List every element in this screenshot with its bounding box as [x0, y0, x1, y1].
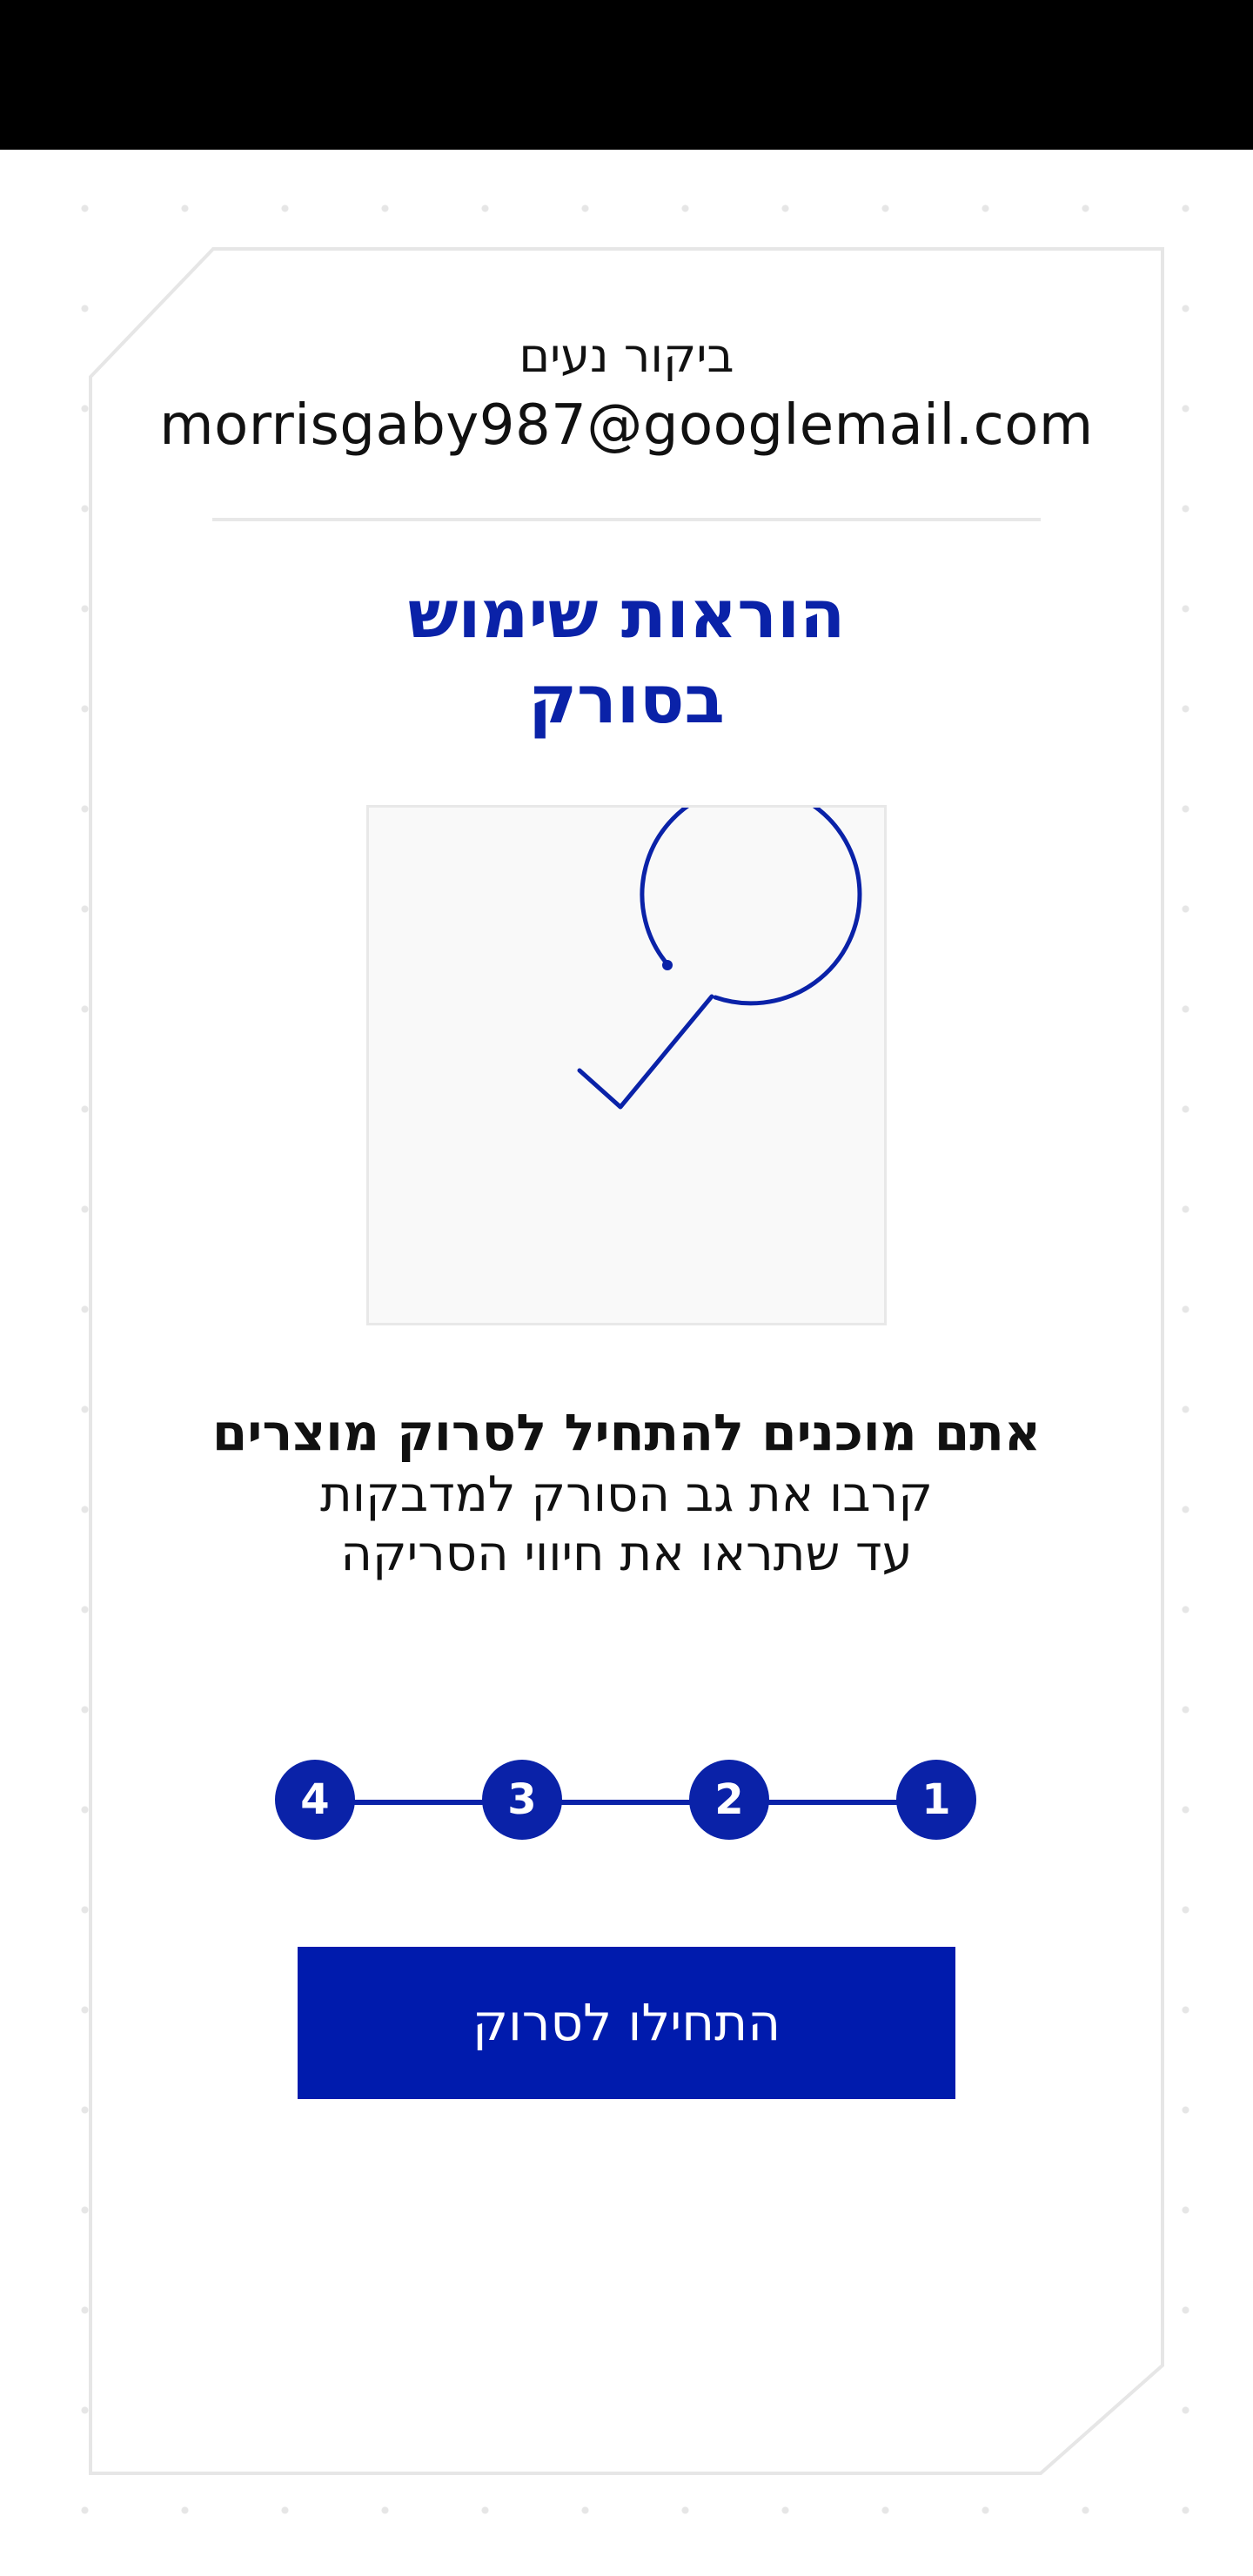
step-4: 4 [275, 1760, 355, 1840]
start-scan-button[interactable]: התחילו לסרוק [298, 1947, 955, 2099]
step-1: 1 [896, 1760, 976, 1840]
progress-stepper: 4 3 2 1 [275, 1760, 997, 1847]
instructions-card: ביקור נעים morrisgaby987@googlemail.com … [90, 245, 1163, 2473]
stepper-line [318, 1800, 945, 1805]
page-title-line1: הוראות שימוש [407, 575, 846, 653]
step-3: 3 [482, 1760, 562, 1840]
page-title-line2: בסורק [528, 661, 725, 738]
user-email: morrisgaby987@googlemail.com [159, 393, 1094, 458]
user-greeting: ביקור נעים [519, 328, 734, 383]
step-2: 2 [689, 1760, 769, 1840]
check-circle-icon [577, 808, 862, 1110]
scan-illustration [366, 805, 887, 1325]
divider [212, 518, 1041, 521]
instructions-heading: אתם מוכנים להתחיל לסרוק מוצרים [211, 1403, 1042, 1462]
instructions-body: קרבו את גב הסורק למדבקות עד שתראו את חיו… [320, 1466, 933, 1582]
page-title: הוראות שימוש בסורק [90, 572, 1163, 742]
